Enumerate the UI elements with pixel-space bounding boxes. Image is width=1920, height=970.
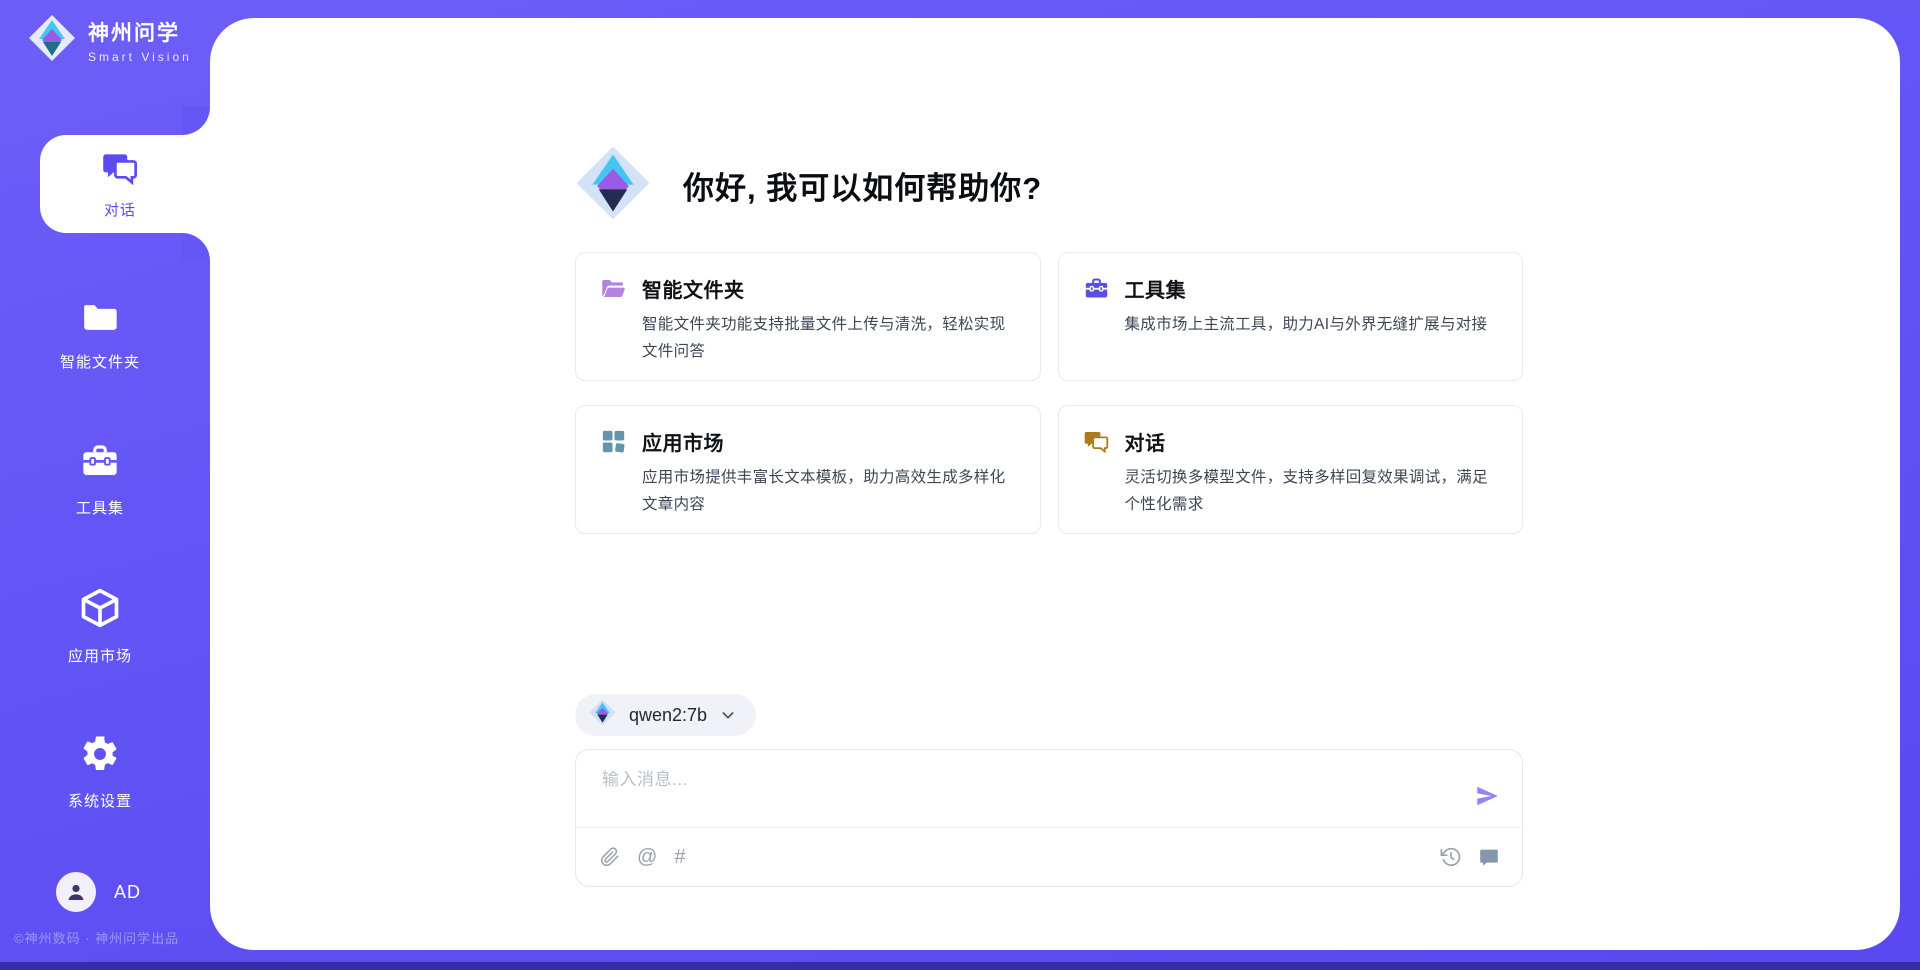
toolbox-icon	[1083, 275, 1110, 307]
sidebar: 神州问学 Smart Vision 对话 智能文件夹	[0, 0, 210, 970]
app-logo: 神州问学 Smart Vision	[28, 14, 192, 67]
card-description: 灵活切换多模型文件，支持多样回复效果调试，满足个性化需求	[1125, 464, 1499, 518]
user-name: AD	[114, 882, 141, 903]
card-description: 集成市场上主流工具，助力AI与外界无缝扩展与对接	[1125, 311, 1488, 338]
sidebar-item-settings[interactable]: 系统设置	[0, 733, 200, 811]
bottom-strip	[0, 962, 1920, 970]
folder-icon	[79, 296, 121, 341]
sidebar-item-label: 应用市场	[68, 645, 132, 666]
sidebar-item-chat[interactable]: 对话	[40, 135, 212, 233]
gear-icon	[79, 733, 121, 780]
chat-bubbles-icon	[100, 148, 140, 191]
model-name: qwen2:7b	[629, 705, 707, 726]
card-title: 对话	[1125, 427, 1499, 456]
card-description: 智能文件夹功能支持批量文件上传与清洗，轻松实现文件问答	[642, 311, 1016, 365]
send-button[interactable]	[1474, 783, 1500, 812]
card-title: 应用市场	[642, 427, 1016, 456]
conversation-button[interactable]	[1478, 846, 1500, 868]
sidebar-item-toolset[interactable]: 工具集	[0, 440, 200, 518]
card-title: 智能文件夹	[642, 274, 1016, 303]
app-subtitle: Smart Vision	[88, 50, 192, 64]
card-description: 应用市场提供丰富长文本模板，助力高效生成多样化文章内容	[642, 464, 1016, 518]
assistant-diamond-icon	[575, 145, 651, 226]
sidebar-item-label: 对话	[104, 199, 136, 220]
copyright-note: ©神州数码 · 神州问学出品	[14, 928, 179, 947]
chat-bubbles-icon	[1083, 428, 1110, 460]
folder-open-icon	[600, 275, 627, 307]
sidebar-item-smart-folder[interactable]: 智能文件夹	[0, 296, 200, 372]
cube-icon	[78, 586, 122, 635]
sidebar-item-label: 智能文件夹	[60, 351, 140, 372]
person-icon	[64, 880, 88, 904]
send-icon	[1474, 783, 1500, 809]
tab-fillet-bottom	[182, 233, 210, 261]
sidebar-item-app-market[interactable]: 应用市场	[0, 586, 200, 666]
app-grid-icon	[600, 428, 627, 460]
card-chat[interactable]: 对话 灵活切换多模型文件，支持多样回复效果调试，满足个性化需求	[1058, 405, 1524, 534]
app-title: 神州问学	[88, 17, 192, 47]
greeting-text: 你好, 我可以如何帮助你?	[683, 163, 1042, 208]
card-smart-folder[interactable]: 智能文件夹 智能文件夹功能支持批量文件上传与清洗，轻松实现文件问答	[575, 252, 1041, 381]
at-icon: @	[637, 846, 657, 869]
message-composer: @ #	[575, 749, 1523, 887]
main-panel: 你好, 我可以如何帮助你? 智能文件夹 智能文件夹功能支持批量文件上传与清洗，轻…	[210, 18, 1900, 950]
hash-icon: #	[674, 846, 685, 869]
topic-button[interactable]: #	[674, 846, 685, 869]
card-app-market[interactable]: 应用市场 应用市场提供丰富长文本模板，助力高效生成多样化文章内容	[575, 405, 1041, 534]
brand-diamond-icon	[28, 14, 76, 67]
user-account[interactable]: AD	[56, 872, 141, 912]
paperclip-icon	[600, 847, 620, 867]
model-diamond-icon	[589, 699, 616, 731]
card-title: 工具集	[1125, 274, 1488, 303]
history-button[interactable]	[1440, 846, 1462, 868]
sidebar-item-label: 系统设置	[68, 790, 132, 811]
history-icon	[1440, 846, 1462, 868]
chevron-down-icon	[720, 707, 736, 723]
feature-cards: 智能文件夹 智能文件夹功能支持批量文件上传与清洗，轻松实现文件问答	[575, 252, 1523, 534]
chat-square-icon	[1478, 846, 1500, 868]
greeting-block: 你好, 我可以如何帮助你?	[575, 145, 1523, 226]
toolbox-icon	[79, 440, 121, 487]
avatar	[56, 872, 96, 912]
model-selector[interactable]: qwen2:7b	[575, 694, 756, 736]
sidebar-item-label: 工具集	[76, 497, 124, 518]
message-input[interactable]	[602, 765, 1474, 811]
card-toolset[interactable]: 工具集 集成市场上主流工具，助力AI与外界无缝扩展与对接	[1058, 252, 1524, 381]
attach-file-button[interactable]	[600, 847, 620, 867]
mention-button[interactable]: @	[637, 846, 657, 869]
tab-fillet-top	[182, 107, 210, 135]
